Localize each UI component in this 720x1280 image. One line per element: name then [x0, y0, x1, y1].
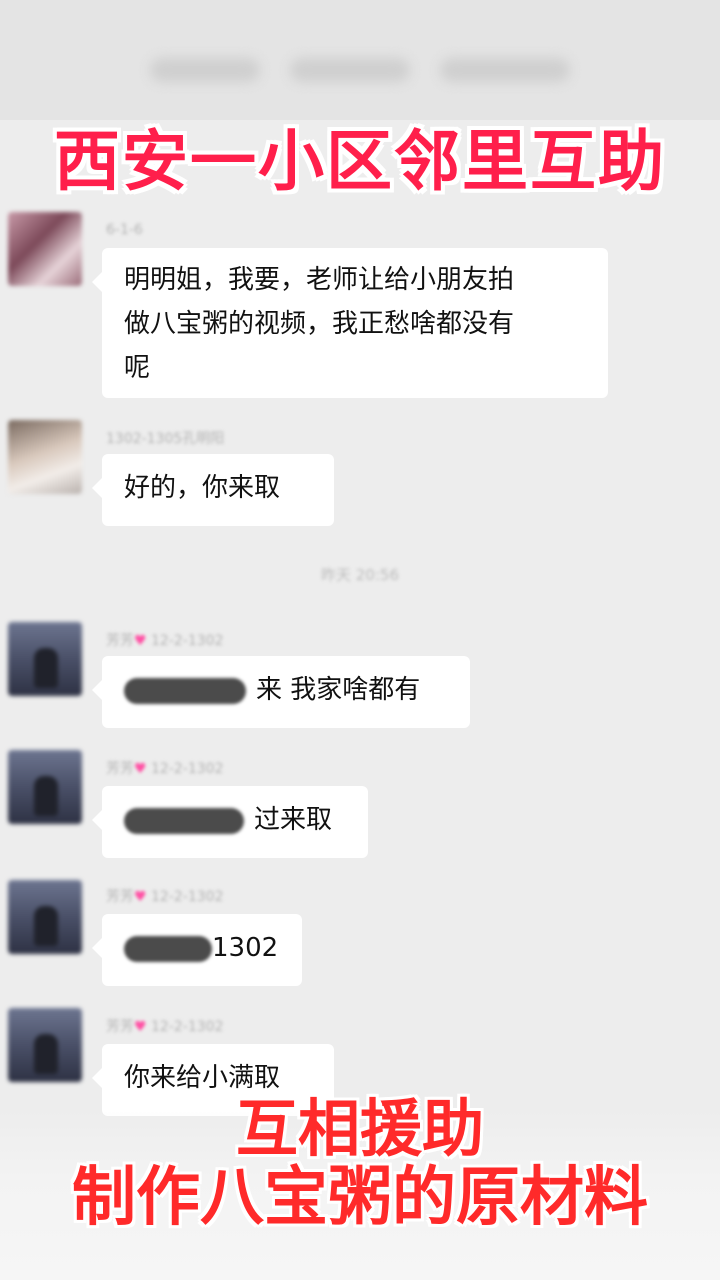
heart-icon: ♥ [134, 633, 147, 649]
avatar[interactable] [8, 420, 82, 494]
sender-nick: 芳芳 [106, 889, 134, 905]
sender-name: 芳芳♥ 12-2-1302 [106, 886, 223, 906]
message-bubble[interactable]: 1302 [92, 914, 302, 986]
message-text: 1302 [212, 933, 279, 963]
redacted-text [124, 677, 246, 704]
sender-unit: 12-2-1302 [151, 1019, 224, 1035]
message-text-line: 明明姐，我要，老师让给小朋友拍 [124, 265, 515, 295]
message-bubble[interactable]: 好的，你来取 [92, 454, 334, 526]
redacted-text [124, 807, 244, 834]
blurred-header-item [290, 58, 410, 82]
message-text: 过来取 [254, 805, 333, 835]
avatar[interactable] [8, 622, 82, 696]
sender-nick: 芳芳 [106, 633, 134, 649]
message-text-line: 做八宝粥的视频，我正愁啥都没有 [124, 309, 515, 339]
sender-unit: 12-2-1302 [151, 889, 224, 905]
message-text: 好的，你来取 [124, 473, 281, 503]
heart-icon: ♥ [134, 761, 147, 777]
sender-name: 芳芳♥ 12-2-1302 [106, 630, 223, 650]
sender-unit: 12-2-1302 [151, 633, 224, 649]
sender-nick: 芳芳 [106, 1019, 134, 1035]
sender-name: 6-1-6 [106, 222, 143, 238]
heart-icon: ♥ [134, 889, 147, 905]
message-bubble[interactable]: 过来取 [92, 786, 368, 858]
avatar[interactable] [8, 212, 82, 286]
chat-timestamp: 昨天 20:56 [321, 566, 399, 584]
avatar-silhouette [34, 648, 58, 688]
blurred-header-item [440, 58, 570, 82]
avatar-silhouette [34, 776, 58, 816]
sender-name: 芳芳♥ 12-2-1302 [106, 758, 223, 778]
sender-name: 芳芳♥ 12-2-1302 [106, 1016, 223, 1036]
sender-name: 1302-1305孔明阳 [106, 431, 225, 447]
sender-unit: 12-2-1302 [151, 761, 224, 777]
avatar[interactable] [8, 750, 82, 824]
avatar-silhouette [34, 906, 58, 946]
video-caption-line2: 制作八宝粥的原材料 [72, 1161, 648, 1235]
message-text: 来 我家啥都有 [256, 675, 421, 705]
message-bubble[interactable]: 明明姐，我要，老师让给小朋友拍 做八宝粥的视频，我正愁啥都没有 呢 [92, 248, 608, 398]
avatar-silhouette [34, 1034, 58, 1074]
message-text-line: 呢 [124, 353, 151, 383]
sender-nick: 芳芳 [106, 761, 134, 777]
avatar[interactable] [8, 880, 82, 954]
video-overlay-title: 西安一小区邻里互助 [54, 123, 666, 200]
message-bubble[interactable]: 来 我家啥都有 [92, 656, 470, 728]
redacted-text [124, 935, 212, 962]
blurred-header-item [150, 58, 260, 82]
avatar[interactable] [8, 1008, 82, 1082]
chat-top-bar [0, 0, 720, 120]
heart-icon: ♥ [134, 1019, 147, 1035]
